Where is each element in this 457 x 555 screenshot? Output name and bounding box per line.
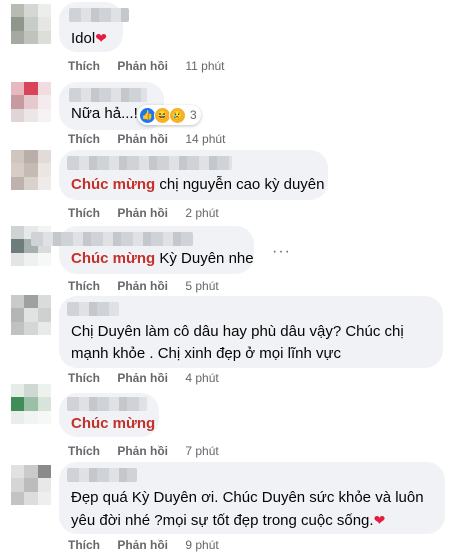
reply-button[interactable]: Phản hồi [117, 538, 168, 552]
author-name[interactable] [67, 397, 147, 411]
comment-time[interactable]: 2 phút [185, 206, 218, 220]
like-button[interactable]: Thích [68, 371, 100, 385]
author-name[interactable] [67, 156, 232, 170]
like-button[interactable]: Thích [68, 132, 100, 146]
comment-text: Nữa hả...! [71, 105, 138, 122]
comment-time[interactable]: 4 phút [185, 371, 218, 385]
comment-actions: Thích Phản hồi 11 phút [68, 59, 225, 73]
comment-actions: Thích Phản hồi 7 phút [68, 444, 219, 458]
avatar[interactable] [11, 384, 51, 424]
tag-chuc-mung[interactable]: Chúc mừng [71, 415, 155, 432]
reaction-count: 3 [190, 108, 197, 122]
like-button[interactable]: Thích [68, 206, 100, 220]
comment-time[interactable]: 7 phút [185, 444, 218, 458]
like-button[interactable]: Thích [68, 59, 100, 73]
comment-bubble: Chị Duyên làm cô dâu hay phù dâu vậy? Ch… [59, 296, 443, 368]
author-name[interactable] [67, 468, 137, 482]
comment-actions: Thích Phản hồi 2 phút [68, 206, 219, 220]
heart-icon: ❤ [95, 30, 107, 46]
like-button[interactable]: Thích [68, 279, 100, 293]
avatar[interactable] [11, 465, 51, 505]
more-options-icon[interactable]: ··· [272, 243, 291, 261]
comment-text: Chúc mừng chị nguyễn cao kỳ duyên [71, 176, 325, 193]
comment-actions: Thích Phản hồi 9 phút [68, 538, 219, 552]
avatar[interactable] [11, 295, 51, 335]
comment-time[interactable]: 11 phút [185, 59, 224, 73]
author-name[interactable] [69, 8, 129, 22]
comment-bubble: Chúc mừng chị nguyễn cao kỳ duyên [59, 150, 328, 200]
reply-button[interactable]: Phản hồi [117, 132, 168, 146]
reply-button[interactable]: Phản hồi [117, 279, 168, 293]
reaction-summary[interactable]: 👍 😆 😢 3 [137, 105, 201, 125]
comment-actions: Thích Phản hồi 14 phút [68, 132, 225, 146]
heart-icon: ❤ [373, 512, 386, 528]
avatar[interactable] [11, 150, 51, 190]
comment-actions: Thích Phản hồi 5 phút [68, 279, 219, 293]
author-name[interactable] [69, 88, 147, 102]
comment-time[interactable]: 14 phút [185, 132, 225, 146]
tag-chuc-mung[interactable]: Chúc mừng [71, 250, 155, 267]
comment-bubble: Chúc mừng [59, 393, 159, 437]
like-button[interactable]: Thích [68, 444, 100, 458]
tag-chuc-mung[interactable]: Chúc mừng [71, 176, 155, 193]
avatar[interactable] [11, 4, 51, 44]
avatar[interactable] [11, 82, 51, 122]
reply-button[interactable]: Phản hồi [117, 206, 168, 220]
like-button[interactable]: Thích [68, 538, 100, 552]
comment-text: Chúc mừng [71, 414, 155, 434]
author-name[interactable] [31, 232, 193, 246]
comment-bubble: Chúc mừng Kỳ Duyên nhe [31, 226, 254, 274]
comment-bubble: Idol❤ [59, 2, 129, 52]
sad-reaction-icon: 😢 [169, 106, 186, 124]
reply-button[interactable]: Phản hồi [117, 444, 168, 458]
author-name[interactable] [67, 302, 119, 316]
comment-text: Chị Duyên làm cô dâu hay phù dâu vậy? Ch… [71, 323, 404, 362]
comment-bubble: Đẹp quá Kỳ Duyên ơi. Chúc Duyên sức khỏe… [59, 462, 445, 534]
comment-time[interactable]: 5 phút [185, 279, 218, 293]
comment-text: Đẹp quá Kỳ Duyên ơi. Chúc Duyên sức khỏe… [71, 489, 424, 529]
comment-actions: Thích Phản hồi 4 phút [68, 371, 219, 385]
comment-text: Chúc mừng Kỳ Duyên nhe [71, 250, 254, 267]
comment-time[interactable]: 9 phút [185, 538, 218, 552]
reply-button[interactable]: Phản hồi [117, 371, 168, 385]
reply-button[interactable]: Phản hồi [117, 59, 168, 73]
comment-text: Idol❤ [71, 30, 107, 47]
